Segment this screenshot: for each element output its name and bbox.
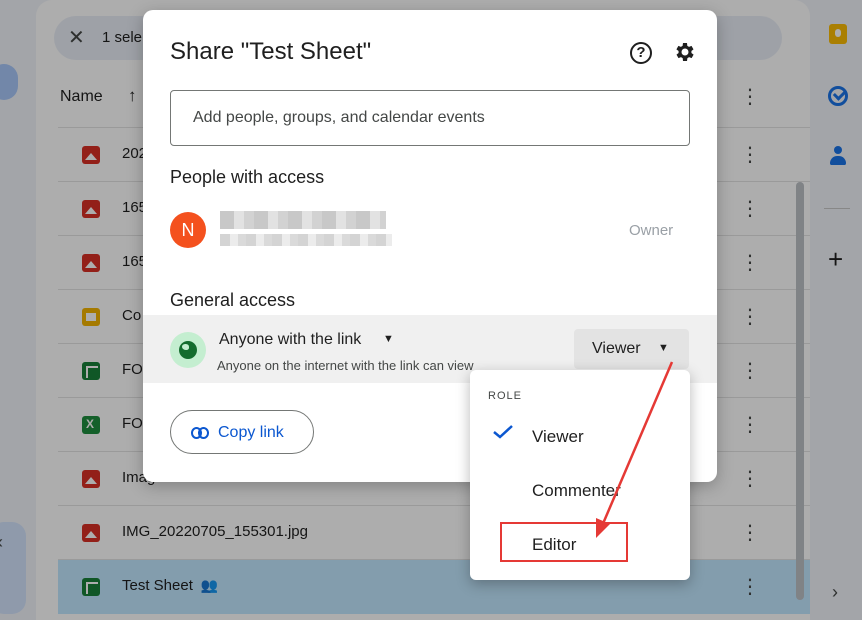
caret-down-icon[interactable]: ▼ — [383, 333, 394, 345]
caret-down-icon: ▼ — [658, 342, 669, 354]
role-option-label: Commenter — [532, 481, 621, 500]
check-icon — [493, 425, 513, 439]
general-access-heading: General access — [170, 290, 296, 310]
link-icon — [191, 427, 209, 439]
owner-email-redacted — [220, 234, 392, 246]
role-option-commenter[interactable]: Commenter — [470, 466, 690, 516]
role-dropdown-button[interactable]: Viewer ▼ — [574, 329, 689, 369]
gear-icon[interactable] — [673, 40, 697, 64]
role-option-editor[interactable]: Editor — [470, 520, 690, 570]
owner-name-redacted — [220, 211, 386, 229]
avatar: N — [170, 212, 206, 248]
link-access-description: Anyone on the internet with the link can… — [217, 358, 474, 373]
role-menu-heading: ROLE — [488, 390, 522, 402]
add-people-input[interactable]: Add people, groups, and calendar events — [170, 90, 690, 146]
role-option-label: Viewer — [532, 427, 584, 446]
role-option-label: Editor — [532, 535, 577, 554]
help-icon[interactable]: ? — [630, 42, 652, 64]
role-option-viewer[interactable]: Viewer — [470, 412, 690, 462]
role-dropdown-label: Viewer — [592, 340, 641, 357]
people-with-access-heading: People with access — [170, 167, 325, 187]
owner-role-label: Owner — [629, 222, 674, 239]
copy-link-button[interactable]: Copy link — [170, 410, 314, 454]
role-menu: ROLE Viewer Commenter Editor — [470, 370, 690, 580]
copy-link-label: Copy link — [218, 424, 284, 441]
dialog-title: Share "Test Sheet" — [170, 38, 372, 65]
link-access-dropdown[interactable]: Anyone with the link — [219, 331, 361, 349]
globe-icon — [170, 332, 206, 368]
